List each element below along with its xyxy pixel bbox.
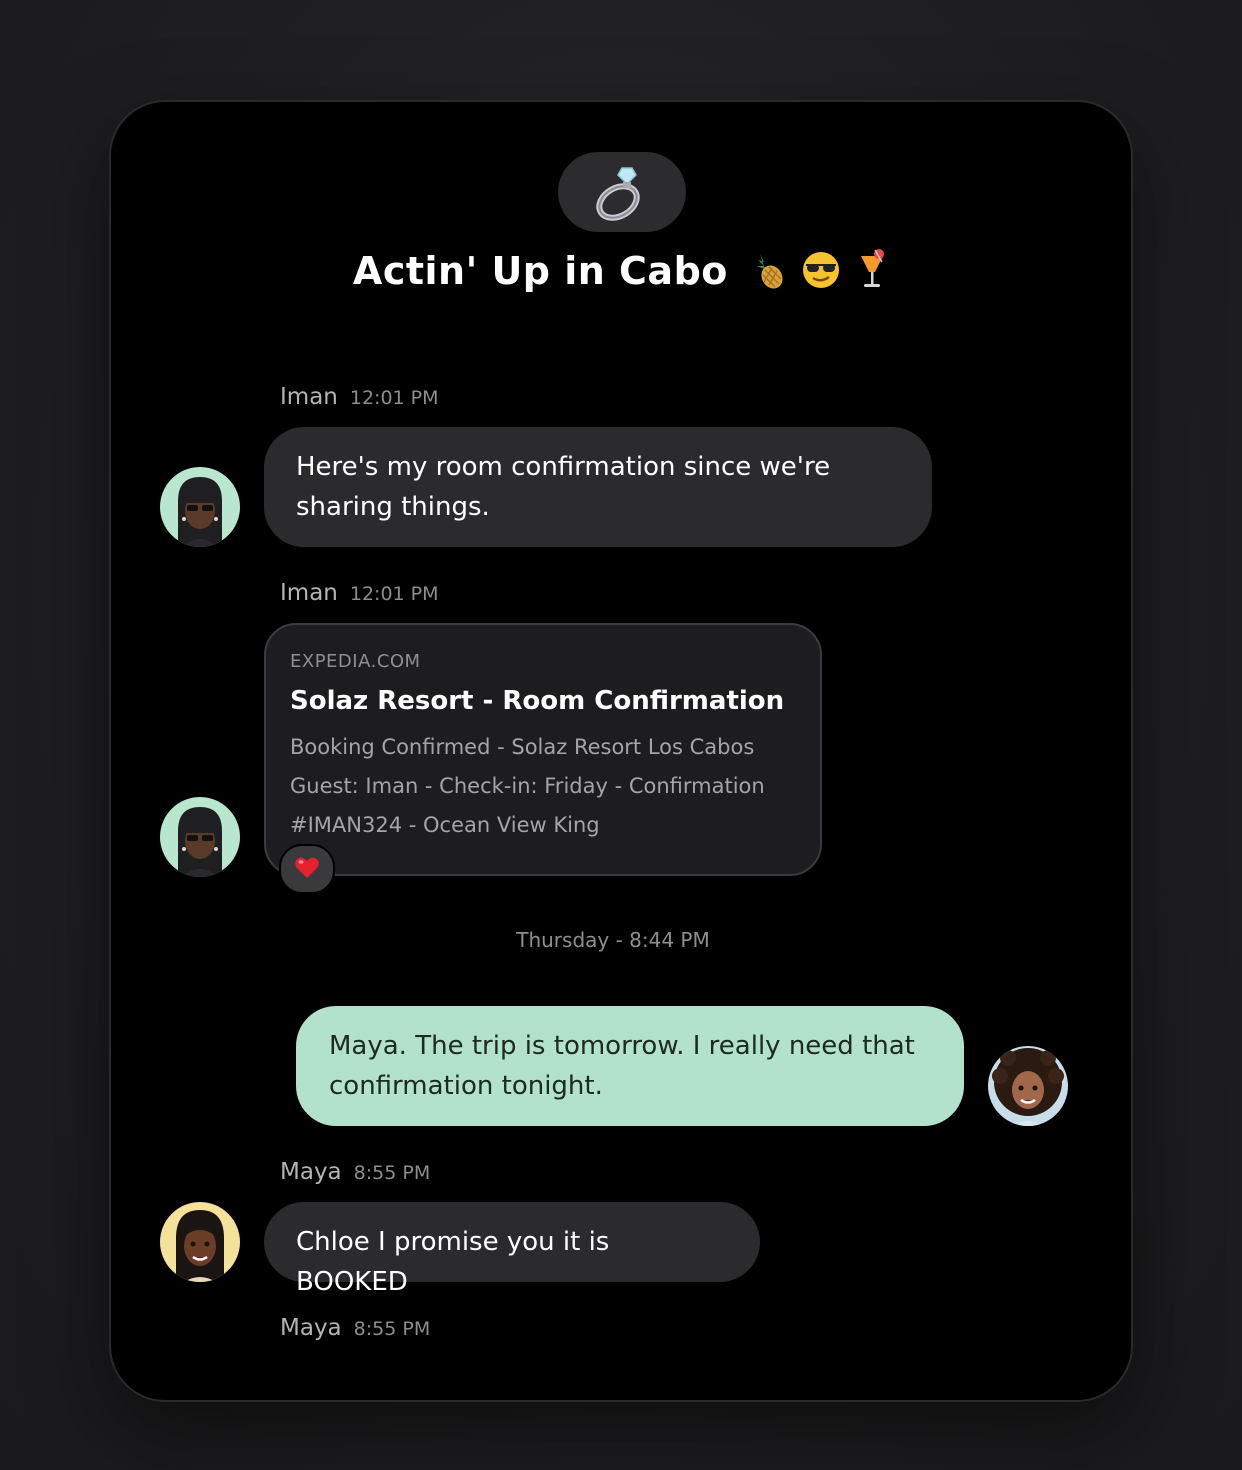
message-text-line: confirmation tonight. — [329, 1071, 603, 1101]
group-avatar[interactable] — [558, 152, 686, 232]
message-text: Chloe I promise you it is BOOKED — [296, 1227, 610, 1297]
sender-name: Iman — [280, 384, 338, 410]
message-bubble[interactable]: Chloe I promise you it is BOOKED — [264, 1202, 760, 1297]
message-meta: Maya 8:55 PM — [280, 1159, 430, 1185]
chat-window: Actin' Up in Cabo Iman 12:01 PM Here's m… — [111, 102, 1131, 1400]
sender-name: Iman — [280, 580, 338, 606]
message-meta: Iman 12:01 PM — [280, 580, 439, 606]
link-desc-line: Guest: Iman - Check-in: Friday - Confirm… — [290, 774, 765, 798]
message-time: 12:01 PM — [349, 583, 439, 605]
reaction-badge[interactable] — [279, 844, 335, 894]
message-text-line: Maya. The trip is tomorrow. I really nee… — [329, 1031, 915, 1061]
link-preview-card[interactable]: EXPEDIA.COM Solaz Resort - Room Confirma… — [264, 623, 822, 876]
message-text-line: sharing things. — [296, 492, 490, 522]
link-source: EXPEDIA.COM — [290, 651, 421, 672]
maya-memoji-icon — [176, 1210, 224, 1282]
heart-icon — [295, 857, 319, 878]
iman-memoji-icon — [178, 807, 222, 877]
message-text-line: Here's my room confirmation since we're — [296, 452, 831, 482]
message-time: 8:55 PM — [353, 1318, 431, 1340]
chat-title: Actin' Up in Cabo — [111, 248, 1131, 299]
avatar-iman[interactable] — [160, 797, 240, 877]
avatar-self[interactable] — [988, 1046, 1068, 1126]
avatar-maya[interactable] — [160, 1202, 240, 1282]
chat-title-text: Actin' Up in Cabo — [352, 249, 728, 293]
link-title: Solaz Resort - Room Confirmation — [290, 686, 785, 716]
link-description: Booking Confirmed - Solaz Resort Los Cab… — [290, 728, 796, 845]
message-time: 12:01 PM — [349, 387, 439, 409]
link-desc-line: #IMAN324 - Ocean View King — [290, 813, 600, 837]
iman-memoji-icon — [178, 477, 222, 547]
curly-hair-memoji-icon — [992, 1048, 1064, 1126]
pineapple-icon — [755, 254, 783, 289]
message-meta: Maya 8:55 PM — [280, 1315, 430, 1341]
link-desc-line: Booking Confirmed - Solaz Resort Los Cab… — [290, 735, 755, 759]
ring-icon — [596, 167, 640, 221]
sender-name: Maya — [280, 1159, 342, 1185]
avatar-iman[interactable] — [160, 467, 240, 547]
day-separator: Thursday - 8:44 PM — [516, 928, 710, 952]
sender-name: Maya — [280, 1315, 342, 1341]
tropical-drink-icon — [861, 249, 885, 287]
title-emojis — [752, 248, 889, 299]
message-meta: Iman 12:01 PM — [280, 384, 439, 410]
message-bubble[interactable]: Here's my room confirmation since we're … — [264, 427, 932, 547]
outgoing-message-bubble[interactable]: Maya. The trip is tomorrow. I really nee… — [296, 1006, 964, 1126]
message-time: 8:55 PM — [353, 1162, 431, 1184]
sunglasses-face-icon — [803, 252, 840, 288]
